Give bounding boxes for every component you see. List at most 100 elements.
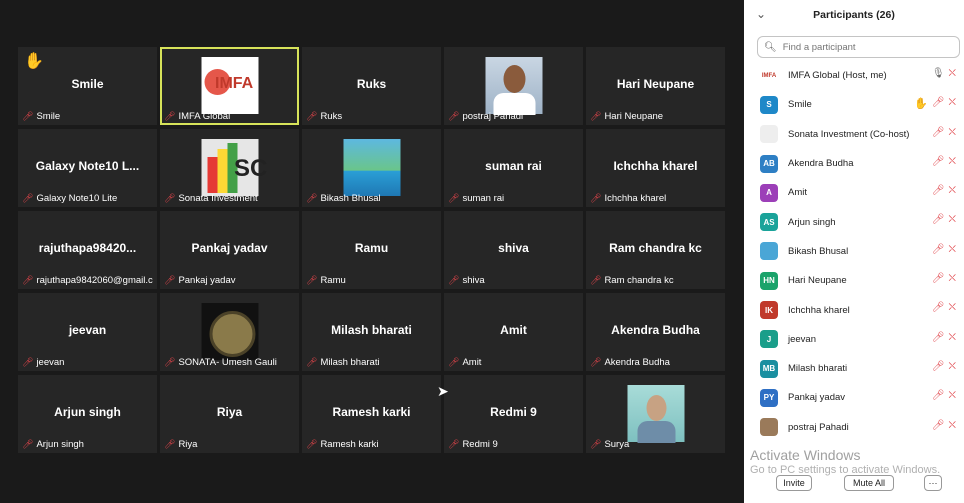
- participant-row[interactable]: A Amit 🎤︎ ⛌: [744, 178, 964, 207]
- mic-muted-icon: 🎤︎: [448, 275, 460, 285]
- participant-row[interactable]: HN Hari Neupane 🎤︎ ⛌: [744, 266, 964, 295]
- video-tile-surya[interactable]: 🎤︎ Surya: [586, 375, 725, 453]
- participant-row[interactable]: IMFA IMFA Global (Host, me) 🎙︎ ⛌: [744, 61, 964, 90]
- participant-name: Smile: [788, 99, 812, 111]
- mic-muted-icon[interactable]: 🎤︎: [932, 156, 945, 167]
- video-tile-ramesh[interactable]: Ramesh karki 🎤︎ Ramesh karki: [302, 375, 441, 453]
- mic-muted-icon[interactable]: 🎤︎: [932, 361, 945, 372]
- invite-button[interactable]: Invite: [776, 475, 812, 491]
- mic-muted-icon[interactable]: 🎤︎: [932, 97, 945, 110]
- video-tile-ramck[interactable]: Ram chandra kc 🎤︎ Ram chandra kc: [586, 211, 725, 289]
- mic-muted-icon: 🎤︎: [164, 275, 176, 285]
- mic-on-icon[interactable]: 🎙︎: [932, 68, 945, 79]
- tile-name-label: 🎤︎ Ramu: [306, 275, 437, 286]
- tile-name-label: 🎤︎ Sonata Investment: [164, 193, 295, 204]
- video-tile-akendra[interactable]: Akendra Budha 🎤︎ Akendra Budha: [586, 293, 725, 371]
- activate-windows-title: Activate Windows: [750, 447, 861, 463]
- video-off-icon: ⛌: [948, 302, 956, 314]
- tile-label-text: Galaxy Note10 Lite: [36, 193, 118, 204]
- mic-muted-icon: 🎤︎: [164, 193, 176, 203]
- mic-muted-icon[interactable]: 🎤︎: [932, 214, 945, 225]
- participants-panel: ⌄ Participants (26) 🔍︎ IMFA IMFA Global (…: [744, 0, 964, 503]
- video-tile-ruks[interactable]: Ruks 🎤︎ Ruks: [302, 47, 441, 125]
- tile-label-text: suman rai: [462, 193, 505, 204]
- participant-status-icons: 🎤︎ ⛌: [932, 156, 956, 167]
- video-tile-suman[interactable]: suman rai 🎤︎ suman rai: [444, 129, 583, 207]
- tile-name-label: 🎤︎ suman rai: [448, 193, 579, 204]
- video-tile-pankaj[interactable]: Pankaj yadav 🎤︎ Pankaj yadav: [160, 211, 299, 289]
- participant-search[interactable]: 🔍︎: [757, 36, 960, 58]
- mic-muted-icon[interactable]: 🎤︎: [932, 420, 945, 431]
- mute-all-button[interactable]: Mute All: [844, 475, 894, 491]
- video-tile-riya[interactable]: Riya 🎤︎ Riya: [160, 375, 299, 453]
- mic-muted-icon[interactable]: 🎤︎: [932, 127, 945, 138]
- video-tile-arjun[interactable]: Arjun singh 🎤︎ Arjun singh: [18, 375, 157, 453]
- tile-display-name: Riya: [216, 405, 243, 419]
- search-input[interactable]: [780, 40, 955, 54]
- tile-name-label: 🎤︎ Bikash Bhusal: [306, 193, 437, 204]
- participant-row[interactable]: Sonata Investment (Co-host) 🎤︎ ⛌: [744, 120, 964, 149]
- mic-muted-icon: 🎤︎: [448, 439, 460, 449]
- mic-muted-icon[interactable]: 🎤︎: [932, 302, 945, 313]
- participant-row[interactable]: IK Ichchha kharel 🎤︎ ⛌: [744, 295, 964, 324]
- video-tile-bikash[interactable]: 🎤︎ Bikash Bhusal: [302, 129, 441, 207]
- video-tile-postraj[interactable]: 🎤︎ postraj Pahadi: [444, 47, 583, 125]
- video-tile-imfa[interactable]: IMFA 🎤︎ IMFA Global: [160, 47, 299, 125]
- participant-row[interactable]: AS Arjun singh 🎤︎ ⛌: [744, 207, 964, 236]
- tile-label-text: Amit: [462, 357, 482, 368]
- participant-status-icons: 🎤︎ ⛌: [932, 302, 956, 313]
- video-tile-raju[interactable]: rajuthapa98420... 🎤︎ rajuthapa9842060@gmai…: [18, 211, 157, 289]
- mic-muted-icon[interactable]: 🎤︎: [932, 273, 945, 284]
- profile-photo: [627, 385, 684, 443]
- video-tile-ichchha[interactable]: Ichchha kharel 🎤︎ Ichchha kharel: [586, 129, 725, 207]
- participant-row[interactable]: postraj Pahadi 🎤︎ ⛌: [744, 413, 964, 442]
- participant-name: Pankaj yadav: [788, 392, 846, 404]
- participant-name: Amit: [788, 187, 807, 199]
- mic-muted-icon[interactable]: 🎤︎: [932, 332, 945, 343]
- mic-muted-icon: 🎤︎: [448, 193, 460, 203]
- participant-row[interactable]: AB Akendra Budha 🎤︎ ⛌: [744, 149, 964, 178]
- mic-muted-icon[interactable]: 🎤︎: [932, 390, 945, 401]
- mic-muted-icon[interactable]: 🎤︎: [932, 244, 945, 255]
- mic-muted-icon: 🎤︎: [448, 357, 460, 367]
- mic-muted-icon: 🎤︎: [164, 357, 176, 367]
- participant-status-icons: 🎤︎ ⛌: [932, 244, 956, 255]
- mic-muted-icon: 🎤︎: [448, 111, 460, 121]
- video-off-icon: ⛌: [948, 68, 956, 79]
- tile-display-name: Smile: [71, 77, 104, 91]
- video-tile-ramu[interactable]: Ramu 🎤︎ Ramu: [302, 211, 441, 289]
- video-tile-smile[interactable]: ✋ Smile 🎤︎ Smile: [18, 47, 157, 125]
- participant-name: Ichchha kharel: [788, 304, 850, 316]
- participant-row[interactable]: PY Pankaj yadav 🎤︎ ⛌: [744, 383, 964, 412]
- video-tile-umesh[interactable]: 🎤︎ SONATA- Umesh Gauli: [160, 293, 299, 371]
- raised-hand-icon: ✋: [24, 53, 44, 70]
- participant-row[interactable]: Bikash Bhusal 🎤︎ ⛌: [744, 237, 964, 266]
- tile-display-name: Ichchha kharel: [613, 159, 698, 173]
- avatar: AB: [760, 154, 778, 173]
- tile-name-label: 🎤︎ IMFA Global: [164, 111, 295, 122]
- video-tile-hari[interactable]: Hari Neupane 🎤︎ Hari Neupane: [586, 47, 725, 125]
- more-options-button[interactable]: ···: [924, 475, 942, 491]
- video-tile-sonata[interactable]: SC 🎤︎ Sonata Investment: [160, 129, 299, 207]
- participant-status-icons: 🎤︎ ⛌: [932, 185, 956, 196]
- participant-row[interactable]: Jjeevan 🎤︎ ⛌: [744, 325, 964, 354]
- participant-row[interactable]: S Smile ✋ 🎤︎ ⛌: [744, 90, 964, 119]
- video-tile-jeevan[interactable]: jeevan 🎤︎ jeevan: [18, 293, 157, 371]
- panel-footer: Invite Mute All ···: [744, 474, 964, 494]
- video-tile-redmi[interactable]: Redmi 9 🎤︎ Redmi 9: [444, 375, 583, 453]
- tile-name-label: 🎤︎ Ichchha kharel: [590, 193, 721, 204]
- participant-name: postraj Pahadi: [788, 421, 849, 433]
- video-tile-amit[interactable]: Amit 🎤︎ Amit: [444, 293, 583, 371]
- video-tile-milash[interactable]: Milash bharati 🎤︎ Milash bharati: [302, 293, 441, 371]
- participant-status-icons: 🎙︎ ⛌: [932, 68, 956, 79]
- participant-row[interactable]: MB Milash bharati 🎤︎ ⛌: [744, 354, 964, 383]
- tile-label-text: IMFA Global: [178, 111, 231, 122]
- video-off-icon: ⛌: [948, 155, 956, 167]
- video-off-icon: ⛌: [948, 273, 956, 285]
- mic-muted-icon[interactable]: 🎤︎: [932, 185, 945, 196]
- chevron-down-icon[interactable]: ⌄: [756, 7, 766, 21]
- tile-label-text: Ichchha kharel: [604, 193, 667, 204]
- video-tile-shiva[interactable]: shiva 🎤︎ shiva: [444, 211, 583, 289]
- profile-photo: [201, 303, 258, 360]
- video-tile-galaxy[interactable]: Galaxy Note10 L... 🎤︎ Galaxy Note10 Lite: [18, 129, 157, 207]
